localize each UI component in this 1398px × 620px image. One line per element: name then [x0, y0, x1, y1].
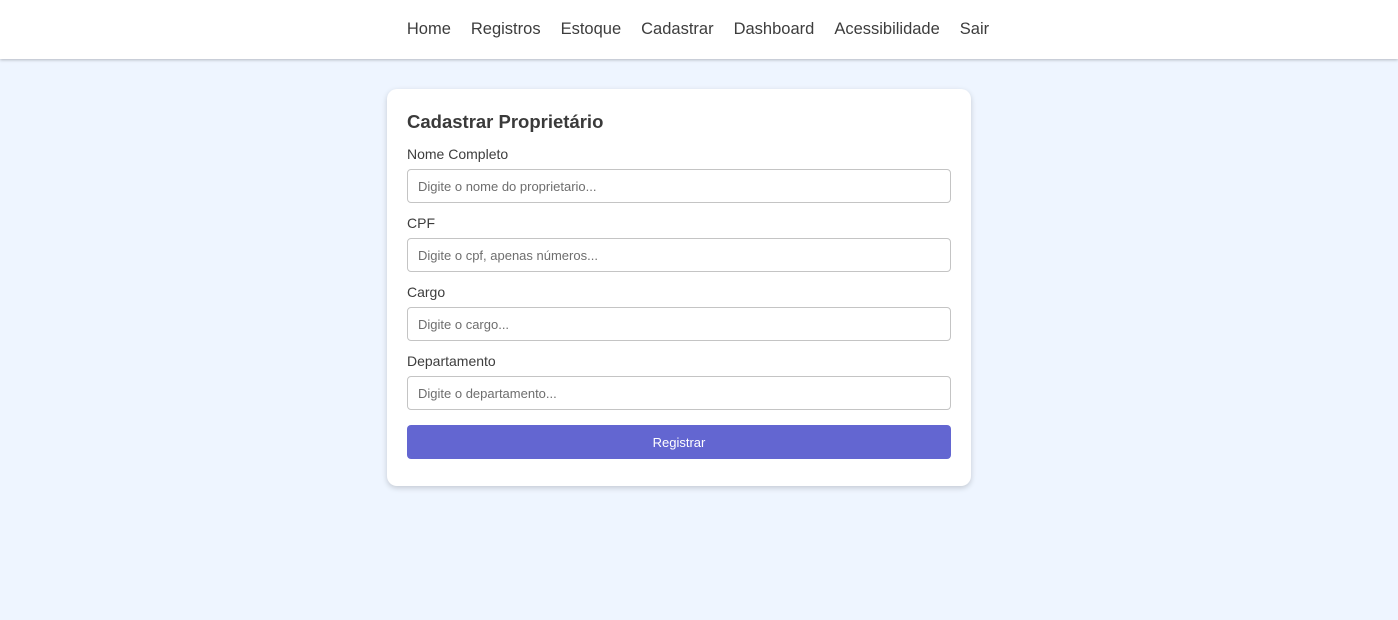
nav-item-cadastrar[interactable]: Cadastrar — [641, 20, 713, 39]
nav-item-dashboard[interactable]: Dashboard — [734, 20, 815, 39]
full-name-input[interactable] — [407, 169, 951, 203]
departamento-field-group: Departamento — [407, 351, 951, 410]
cpf-input[interactable] — [407, 238, 951, 272]
register-button[interactable]: Registrar — [407, 425, 951, 459]
departamento-input[interactable] — [407, 376, 951, 410]
nav-item-sair[interactable]: Sair — [960, 20, 989, 39]
departamento-label: Departamento — [407, 353, 496, 369]
full-name-field-group: Nome Completo — [407, 144, 951, 203]
cpf-field-group: CPF — [407, 213, 951, 272]
full-name-label: Nome Completo — [407, 146, 509, 162]
owner-form-card: Cadastrar Proprietário Nome Completo CPF… — [387, 89, 971, 486]
nav-item-home[interactable]: Home — [407, 20, 451, 39]
cargo-field-group: Cargo — [407, 282, 951, 341]
nav-item-estoque[interactable]: Estoque — [561, 20, 622, 39]
main-nav: Home Registros Estoque Cadastrar Dashboa… — [407, 20, 989, 39]
nav-item-acessibilidade[interactable]: Acessibilidade — [834, 20, 939, 39]
cargo-input[interactable] — [407, 307, 951, 341]
top-navbar: Home Registros Estoque Cadastrar Dashboa… — [0, 0, 1398, 59]
cargo-label: Cargo — [407, 284, 446, 300]
nav-item-registros[interactable]: Registros — [471, 20, 541, 39]
form-title: Cadastrar Proprietário — [407, 111, 604, 132]
cpf-label: CPF — [407, 215, 435, 231]
